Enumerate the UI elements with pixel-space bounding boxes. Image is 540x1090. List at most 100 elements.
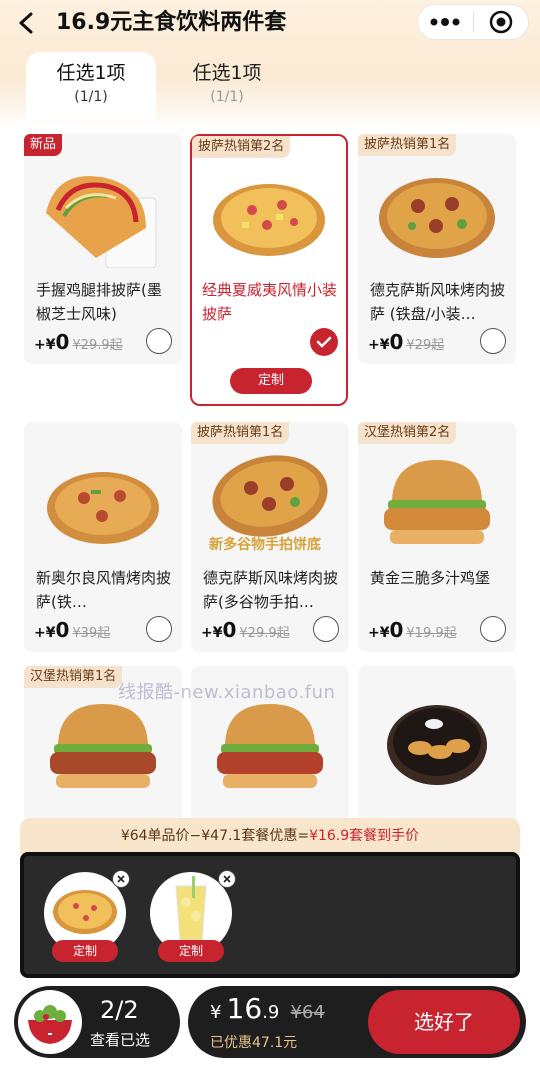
product-badge: 披萨热销第1名	[191, 422, 290, 444]
product-name: 德克萨斯风味烤肉披萨 (铁盘/小装…	[370, 281, 506, 323]
price-row: +¥0 ¥29起	[368, 330, 444, 356]
remove-button[interactable]	[218, 870, 236, 888]
close-icon	[223, 875, 231, 883]
price-row: +¥0 ¥29.9起	[34, 330, 123, 356]
image-caption: 新多谷物手拍饼底	[209, 537, 321, 553]
view-selected-label: 查看已选	[90, 1031, 151, 1049]
checkout-area: ¥ 16.9 ¥64 已优惠47.1元 选好了	[188, 986, 526, 1058]
more-button[interactable]	[418, 4, 473, 40]
select-radio[interactable]	[146, 616, 172, 642]
salad-bowl-icon	[18, 990, 82, 1054]
pizza-taco-image	[46, 176, 157, 268]
tab-count: (1/1)	[74, 89, 108, 105]
selected-item[interactable]: 定制	[150, 870, 236, 964]
burger-image	[217, 704, 323, 788]
customize-button[interactable]: 定制	[230, 368, 312, 394]
check-icon	[316, 336, 332, 348]
selected-count: 2/2	[100, 996, 139, 1024]
view-selected-button[interactable]: 2/2 查看已选	[14, 986, 180, 1058]
product-name: 经典夏威夷风情小装披萨	[202, 281, 338, 323]
tab-main[interactable]: 任选1项 (1/1)	[26, 52, 156, 120]
price-value: 0	[55, 618, 70, 642]
price-prefix: +¥	[201, 625, 223, 641]
price: +¥0	[368, 618, 403, 642]
customize-button[interactable]: 定制	[52, 940, 118, 962]
select-radio[interactable]	[146, 328, 172, 354]
product-badge: 披萨热销第1名	[358, 134, 457, 156]
product-badge: 新品	[24, 134, 63, 156]
bottom-bar: 2/2 查看已选 ¥ 16.9 ¥64 已优惠47.1元 选好了	[0, 980, 540, 1090]
price: +¥0	[34, 330, 69, 354]
saved-amount: 已优惠47.1元	[210, 1035, 298, 1051]
product-badge: 汉堡热销第2名	[358, 422, 457, 444]
total-price: ¥ 16.9 ¥64	[210, 992, 325, 1025]
price: +¥0	[201, 618, 236, 642]
price-integer: 16	[226, 992, 263, 1025]
original-price: ¥29.9起	[239, 626, 290, 641]
product-card[interactable]: 汉堡热销第2名 黄金三脆多汁鸡堡 +¥0 ¥19.9起	[358, 422, 516, 652]
product-badge: 披萨热销第2名	[192, 136, 291, 158]
tab-label: 任选1项	[192, 62, 262, 84]
watermark: 线报酷-new.xianbao.fun	[118, 682, 336, 703]
burger-image	[50, 704, 156, 788]
remove-button[interactable]	[112, 870, 130, 888]
currency-symbol: ¥	[210, 1002, 222, 1023]
pizza-image	[213, 184, 325, 256]
selected-check[interactable]	[310, 328, 338, 356]
price-prefix: +¥	[34, 337, 56, 353]
promo-text: ¥64单品价−¥47.1套餐优惠=	[120, 828, 310, 844]
pizza-image	[47, 472, 159, 544]
pizza-image	[379, 178, 495, 258]
original-price: ¥29起	[406, 338, 445, 353]
price-prefix: +¥	[368, 625, 390, 641]
product-card-selected[interactable]: 披萨热销第2名 经典夏威夷风情小装披萨 定制	[190, 134, 348, 406]
tab-count: (1/1)	[210, 89, 244, 105]
mini-program-capsule	[417, 4, 529, 40]
select-radio[interactable]	[480, 616, 506, 642]
price-value: 0	[389, 618, 404, 642]
product-badge: 汉堡热销第1名	[24, 666, 123, 688]
price-decimal: .9	[262, 1002, 280, 1023]
original-total: ¥64	[290, 1002, 325, 1023]
more-dots-icon	[430, 18, 460, 26]
product-card[interactable]	[358, 666, 516, 826]
shrimp-image	[387, 705, 487, 785]
price-value: 0	[389, 330, 404, 354]
selected-tray: 定制 定制	[20, 852, 520, 978]
price: +¥0	[34, 618, 69, 642]
promo-bar: ¥64单品价−¥47.1套餐优惠=¥16.9套餐到手价	[20, 818, 520, 854]
product-name: 新奥尔良风情烤肉披萨(铁…	[36, 569, 172, 611]
burger-image	[384, 460, 490, 544]
close-icon	[117, 875, 125, 883]
select-radio[interactable]	[480, 328, 506, 354]
price-row: +¥0 ¥19.9起	[368, 618, 457, 644]
price-value: 0	[222, 618, 237, 642]
original-price: ¥29.9起	[72, 338, 123, 353]
product-name: 黄金三脆多汁鸡堡	[370, 569, 491, 587]
price-value: 0	[55, 330, 70, 354]
product-card[interactable]: 披萨热销第1名 新多谷物手拍饼底 德克萨斯风味烤肉披萨(多谷物手拍… +¥0 ¥…	[191, 422, 349, 652]
price-prefix: +¥	[368, 337, 390, 353]
original-price: ¥19.9起	[406, 626, 457, 641]
promo-highlight: ¥16.9套餐到手价	[309, 828, 420, 844]
price: +¥0	[368, 330, 403, 354]
back-arrow-icon	[19, 12, 33, 34]
select-radio[interactable]	[313, 616, 339, 642]
selected-item[interactable]: 定制	[44, 870, 130, 964]
confirm-button[interactable]: 选好了	[368, 990, 520, 1054]
price-row: +¥0 ¥29.9起	[201, 618, 290, 644]
original-price: ¥39起	[72, 626, 111, 641]
product-card[interactable]: 披萨热销第1名 德克萨斯风味烤肉披萨 (铁盘/小装… +¥0 ¥29起	[358, 134, 516, 364]
tab-label: 任选1项	[56, 62, 126, 84]
price-row: +¥0 ¥39起	[34, 618, 110, 644]
product-name: 德克萨斯风味烤肉披萨(多谷物手拍…	[203, 569, 339, 611]
product-card[interactable]: 新品 手握鸡腿排披萨(墨椒芝士风味) +¥0 ¥29.9起	[24, 134, 182, 364]
close-miniprogram-button[interactable]	[473, 4, 528, 40]
tab-drink[interactable]: 任选1项 (1/1)	[162, 52, 292, 120]
page-title: 16.9元主食饮料两件套	[56, 10, 287, 35]
target-icon	[489, 10, 512, 34]
customize-button[interactable]: 定制	[158, 940, 224, 962]
back-button[interactable]	[12, 8, 42, 38]
header: 16.9元主食饮料两件套	[0, 0, 540, 46]
product-card[interactable]: 新奥尔良风情烤肉披萨(铁… +¥0 ¥39起	[24, 422, 182, 652]
